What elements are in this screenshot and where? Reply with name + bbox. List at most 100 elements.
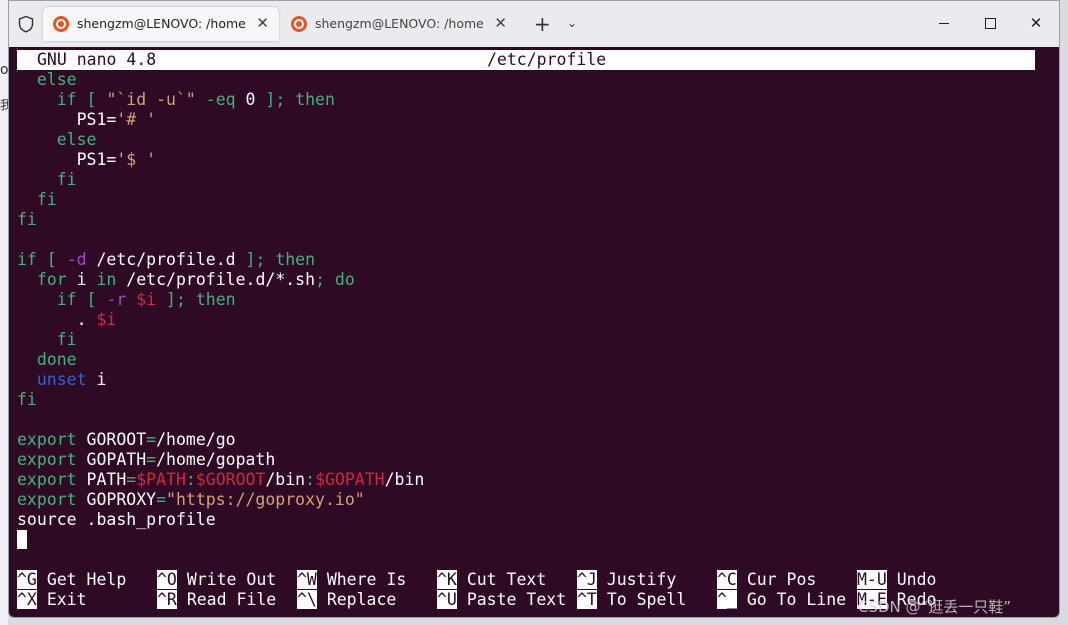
- code-token: 0: [245, 90, 256, 109]
- code-line: fi: [17, 210, 424, 230]
- tab-dropdown-chevron-icon[interactable]: ⌄: [567, 16, 577, 30]
- code-token: =: [126, 470, 137, 489]
- code-line: fi: [17, 330, 424, 350]
- code-token: .: [17, 310, 97, 329]
- code-line: . $i: [17, 310, 424, 330]
- code-line: export GOPROXY="https://goproxy.io": [17, 490, 424, 510]
- shortcut-key: ^W: [297, 570, 317, 589]
- shortcut-key: ^U: [437, 590, 457, 609]
- code-token: $GOPATH: [315, 470, 385, 489]
- minimize-button[interactable]: [921, 10, 967, 36]
- code-line: export GOROOT=/home/go: [17, 430, 424, 450]
- close-window-button[interactable]: ✕: [1013, 10, 1059, 36]
- code-token: :: [305, 470, 316, 489]
- shortcut-key: ^R: [157, 590, 177, 609]
- tab-home-go[interactable]: shengzm@LENOVO: /home/go ✕: [43, 7, 279, 41]
- code-token: $GOROOT: [195, 470, 266, 489]
- shortcut-item: ^R Read File: [157, 590, 297, 610]
- code-line: PS1='# ': [17, 110, 424, 130]
- code-line: else: [17, 70, 424, 90]
- code-line: export GOPATH=/home/gopath: [17, 450, 424, 470]
- minimize-icon: [939, 22, 949, 24]
- code-line: export PATH=$PATH:$GOROOT/bin:$GOPATH/bi…: [17, 470, 424, 490]
- tab-close-icon[interactable]: ✕: [256, 14, 269, 32]
- shortcut-item: ^O Write Out: [157, 570, 297, 590]
- new-tab-plus-icon[interactable]: +: [534, 14, 551, 34]
- editor-text-area[interactable]: else if [ "`id -u`" -eq 0 ]; then PS1='#…: [17, 70, 424, 550]
- nano-filename: /etc/profile: [487, 50, 607, 69]
- code-token: fi: [56, 330, 77, 349]
- code-token: if: [56, 90, 77, 109]
- code-token: $i: [96, 310, 117, 329]
- code-token: in: [96, 270, 117, 289]
- code-token: [: [36, 250, 67, 269]
- title-bar: shengzm@LENOVO: /home/go ✕ shengzm@LENOV…: [9, 1, 1059, 47]
- shortcut-label: Get Help: [46, 570, 127, 589]
- code-token: GOPROXY: [76, 490, 157, 509]
- shortcut-item: ^\ Replace: [297, 590, 437, 610]
- code-line: fi: [17, 170, 424, 190]
- shortcut-item: ^T To Spell: [577, 590, 717, 610]
- code-token: i: [86, 370, 107, 389]
- code-token: -r: [106, 290, 127, 309]
- shortcut-item: ^W Where Is: [297, 570, 437, 590]
- shortcut-label: Replace: [326, 590, 397, 609]
- code-token: :: [185, 470, 196, 489]
- shortcut-key: M-U: [857, 570, 887, 589]
- shield-icon[interactable]: [17, 15, 35, 33]
- nano-version: GNU nano 4.8: [37, 50, 157, 69]
- shortcut-item: M-U Undo: [857, 570, 997, 590]
- watermark: CSDN @“逛丢一只鞋”: [858, 598, 1012, 616]
- shortcut-label: Read File: [186, 590, 277, 609]
- shortcut-label: Paste Text: [466, 590, 567, 609]
- shortcut-item: ^X Exit: [17, 590, 157, 610]
- tab-home-w[interactable]: shengzm@LENOVO: /home/w ✕: [281, 7, 517, 41]
- terminal-area[interactable]: GNU nano 4.8 /etc/profile else if [ "`id…: [9, 47, 1059, 617]
- code-token: export: [17, 450, 77, 469]
- code-token: else: [36, 70, 77, 89]
- shortcut-label: Where Is: [326, 570, 407, 589]
- code-line: if [ -d /etc/profile.d ]; then: [17, 250, 424, 270]
- code-line: source .bash_profile: [17, 510, 424, 530]
- shortcut-label: Exit: [46, 590, 87, 609]
- code-token: =: [146, 430, 157, 449]
- shortcut-key: ^J: [577, 570, 597, 589]
- code-token: export: [17, 430, 77, 449]
- code-token: /bin: [384, 470, 425, 489]
- code-line: if [ -r $i ]; then: [17, 290, 424, 310]
- shortcut-key: ^C: [717, 570, 737, 589]
- code-token: PS1=: [17, 110, 117, 129]
- tab-title: shengzm@LENOVO: /home/w: [315, 16, 483, 31]
- shortcut-item: ^K Cut Text: [437, 570, 577, 590]
- shortcut-key: ^T: [577, 590, 597, 609]
- maximize-icon: [984, 17, 996, 29]
- code-token: [: [76, 290, 107, 309]
- ubuntu-icon: [53, 16, 69, 32]
- tab-close-icon[interactable]: ✕: [494, 14, 507, 32]
- maximize-button[interactable]: [967, 10, 1013, 36]
- code-token: fi: [17, 390, 37, 409]
- code-token: if: [17, 250, 37, 269]
- code-token: =: [156, 490, 167, 509]
- code-line: else: [17, 130, 424, 150]
- code-token: done: [36, 350, 77, 369]
- shortcut-key: ^X: [17, 590, 37, 609]
- shortcut-item: ^G Get Help: [17, 570, 157, 590]
- code-token: PATH: [76, 470, 127, 489]
- shortcut-key: ^_: [717, 590, 737, 609]
- code-token: for: [36, 270, 67, 289]
- code-token: unset: [36, 370, 87, 389]
- shortcut-item: ^_ Go To Line: [717, 590, 857, 610]
- shortcut-key: ^\: [297, 590, 317, 609]
- code-token: else: [56, 130, 97, 149]
- shortcut-label: Cut Text: [466, 570, 547, 589]
- desktop-edge: [0, 0, 8, 625]
